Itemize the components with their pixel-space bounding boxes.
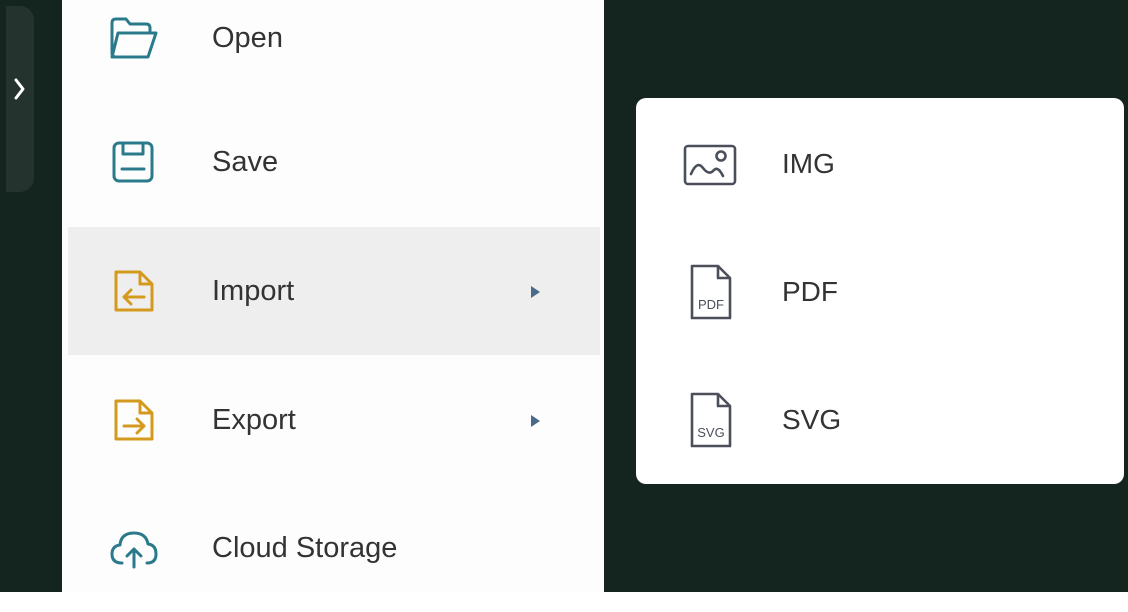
menu-item-export[interactable]: Export — [68, 356, 600, 484]
chevron-right-icon — [14, 78, 25, 100]
file-import-icon — [114, 270, 154, 312]
submenu-arrow-icon — [531, 286, 540, 298]
menu-item-label-open: Open — [212, 22, 283, 54]
menu-item-label-export: Export — [212, 404, 296, 436]
submenu-item-svg[interactable]: SVG SVG — [636, 356, 1124, 484]
menu-item-save[interactable]: Save — [68, 98, 600, 226]
submenu-label-pdf: PDF — [782, 276, 838, 307]
submenu-item-img[interactable]: IMG — [636, 100, 1124, 228]
file-menu: Open Save Import Export Cloud Storage — [62, 0, 604, 592]
image-icon — [683, 144, 737, 186]
submenu-arrow-icon — [531, 415, 540, 427]
menu-item-import[interactable]: Import — [68, 227, 600, 355]
side-panel-toggle[interactable] — [6, 6, 34, 192]
cloud-upload-icon — [110, 531, 158, 569]
menu-item-open[interactable]: Open — [68, 0, 600, 102]
import-submenu: IMG PDF PDF SVG SVG — [636, 98, 1124, 484]
save-icon — [112, 141, 154, 183]
file-export-icon — [114, 399, 154, 441]
left-dark-strip — [0, 0, 62, 592]
submenu-label-svg: SVG — [782, 404, 842, 435]
svg-file-icon: SVG — [690, 392, 732, 448]
pdf-file-icon: PDF — [690, 264, 732, 320]
folder-open-icon — [110, 17, 158, 59]
svg-icon-text: SVG — [697, 425, 724, 440]
menu-item-cloud-storage[interactable]: Cloud Storage — [68, 484, 600, 612]
menu-item-label-import: Import — [212, 275, 295, 307]
menu-item-label-cloud-storage: Cloud Storage — [212, 532, 398, 564]
submenu-label-img: IMG — [782, 148, 835, 179]
menu-item-label-save: Save — [212, 146, 279, 178]
pdf-icon-text: PDF — [698, 297, 724, 312]
submenu-item-pdf[interactable]: PDF PDF — [636, 228, 1124, 356]
